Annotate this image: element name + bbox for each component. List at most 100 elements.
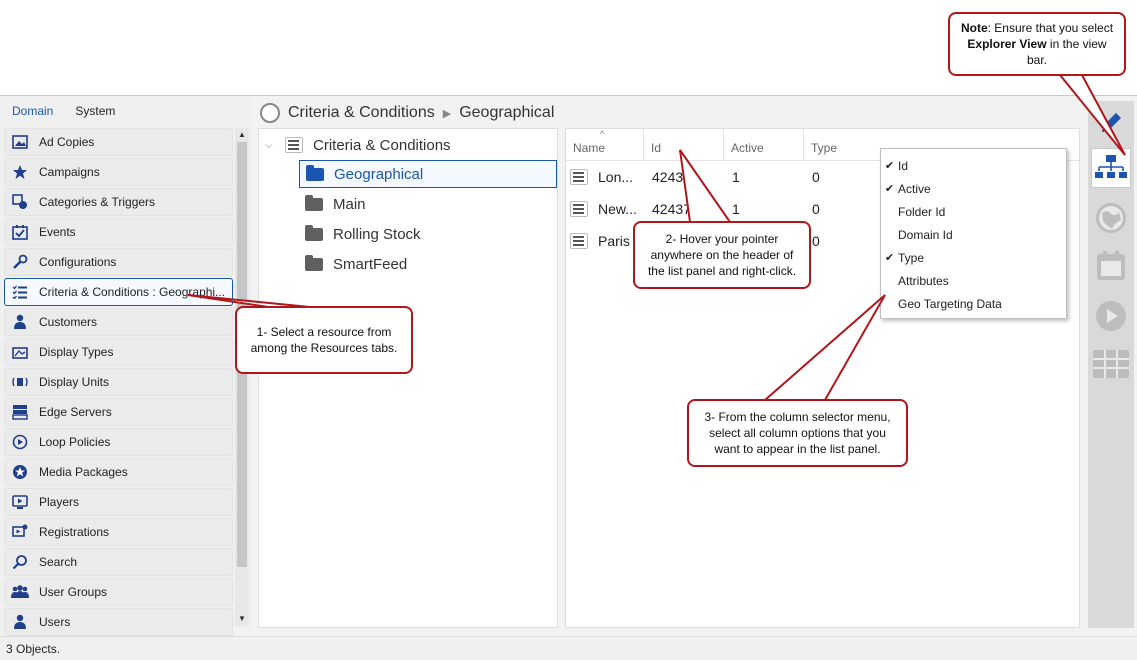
menu-item-active[interactable]: ✔ Active bbox=[881, 177, 1066, 200]
resource-list: Ad Copies Campaigns Categories & Trigger… bbox=[4, 128, 233, 638]
sidebar-tabs: Domain System bbox=[0, 96, 252, 126]
cell-type: 0 bbox=[812, 169, 820, 185]
sidebar-item-customers[interactable]: Customers bbox=[4, 308, 233, 336]
menu-item-attributes[interactable]: Attributes bbox=[881, 269, 1066, 292]
menu-item-geo-targeting-data[interactable]: Geo Targeting Data bbox=[881, 292, 1066, 315]
sidebar-item-display-units[interactable]: Display Units bbox=[4, 368, 233, 396]
checkmark-icon: ✔ bbox=[884, 160, 895, 172]
sidebar-item-campaigns[interactable]: Campaigns bbox=[4, 158, 233, 186]
sidebar-item-user-groups[interactable]: User Groups bbox=[4, 578, 233, 606]
user-icon bbox=[11, 613, 29, 631]
column-header-type[interactable]: Type bbox=[804, 129, 884, 161]
sidebar-item-label: Users bbox=[39, 615, 71, 629]
menu-item-label: Attributes bbox=[898, 273, 949, 288]
menu-item-domain-id[interactable]: Domain Id bbox=[881, 223, 1066, 246]
ad-copies-icon bbox=[11, 133, 29, 151]
sidebar-item-users[interactable]: Users bbox=[4, 608, 233, 636]
gallery-icon bbox=[1093, 350, 1129, 378]
breadcrumb: Criteria & Conditions ▶ Geographical bbox=[260, 100, 554, 126]
sidebar-item-label: Registrations bbox=[39, 525, 110, 539]
gallery-view-button[interactable] bbox=[1091, 344, 1131, 384]
scroll-down-arrow-icon[interactable]: ▼ bbox=[237, 614, 247, 624]
column-label: Name bbox=[573, 141, 606, 155]
note-emphasis: Explorer View bbox=[967, 37, 1047, 51]
folder-icon bbox=[305, 254, 323, 271]
callout-step-3: 3- From the column selector menu, select… bbox=[687, 399, 908, 467]
sidebar-item-ad-copies[interactable]: Ad Copies bbox=[4, 128, 233, 156]
chevron-down-icon[interactable]: ⌵ bbox=[265, 140, 279, 151]
sidebar-item-label: Display Units bbox=[39, 375, 110, 389]
sidebar-item-criteria-conditions[interactable]: Criteria & Conditions : Geographi... bbox=[4, 278, 233, 306]
cell-id: 424376 bbox=[652, 201, 699, 217]
sidebar-item-label: Categories & Triggers bbox=[39, 195, 156, 209]
sidebar-item-search[interactable]: Search bbox=[4, 548, 233, 576]
breadcrumb-root[interactable]: Criteria & Conditions bbox=[288, 104, 435, 122]
explorer-view-icon bbox=[1095, 155, 1127, 178]
globe-icon bbox=[1096, 203, 1126, 233]
display-units-icon bbox=[11, 373, 29, 391]
sidebar-item-label: Search bbox=[39, 555, 78, 569]
sidebar-item-events[interactable]: Events bbox=[4, 218, 233, 246]
checkmark-icon: ✔ bbox=[884, 183, 895, 195]
sidebar-item-configurations[interactable]: Configurations bbox=[4, 248, 233, 276]
media-packages-icon bbox=[11, 463, 29, 481]
customers-icon bbox=[11, 313, 29, 331]
sidebar-item-loop-policies[interactable]: Loop Policies bbox=[4, 428, 233, 456]
folder-icon bbox=[305, 194, 323, 211]
column-header-name[interactable]: ^ Name bbox=[566, 129, 644, 161]
cell-name: Lon... bbox=[598, 169, 634, 185]
menu-item-label: Id bbox=[898, 158, 909, 173]
tree-node-rolling-stock[interactable]: Rolling Stock bbox=[299, 220, 421, 248]
note-label: Note bbox=[960, 21, 988, 35]
tree-node-label: Geographical bbox=[334, 165, 424, 183]
display-types-icon bbox=[11, 343, 29, 361]
sidebar-item-registrations[interactable]: Registrations bbox=[4, 518, 233, 546]
sidebar-item-label: User Groups bbox=[39, 585, 108, 599]
cell-active: 1 bbox=[732, 169, 740, 185]
menu-item-folder-id[interactable]: Folder Id bbox=[881, 200, 1066, 223]
status-text: 3 Objects. bbox=[6, 642, 61, 656]
tree-node-smartfeed[interactable]: SmartFeed bbox=[299, 250, 407, 278]
cell-type: 0 bbox=[812, 201, 820, 217]
map-view-button[interactable] bbox=[1091, 198, 1131, 238]
player-view-button[interactable] bbox=[1091, 296, 1131, 336]
cell-id: 42437 bbox=[652, 169, 691, 185]
status-bar: 3 Objects. bbox=[0, 636, 1137, 660]
folder-icon bbox=[305, 224, 323, 241]
explorer-view-button[interactable] bbox=[1091, 148, 1131, 188]
sidebar-item-label: Loop Policies bbox=[39, 435, 111, 449]
sidebar-item-edge-servers[interactable]: Edge Servers bbox=[4, 398, 233, 426]
callout-text: 3- From the column selector menu, select… bbox=[704, 410, 891, 456]
sidebar-item-label: Configurations bbox=[39, 255, 117, 269]
callout-text: 2- Hover your pointer anywhere on the he… bbox=[647, 232, 797, 278]
scroll-up-arrow-icon[interactable]: ▲ bbox=[237, 130, 247, 140]
column-header-active[interactable]: Active bbox=[724, 129, 804, 161]
tree-root-node[interactable]: ⌵ Criteria & Conditions bbox=[259, 131, 451, 159]
sidebar-item-players[interactable]: Players bbox=[4, 488, 233, 516]
view-bar bbox=[1088, 101, 1134, 628]
tree-node-geographical[interactable]: Geographical bbox=[299, 160, 557, 188]
breadcrumb-home-icon[interactable] bbox=[260, 103, 280, 123]
menu-item-id[interactable]: ✔ Id bbox=[881, 154, 1066, 177]
menu-item-type[interactable]: ✔ Type bbox=[881, 246, 1066, 269]
checklist-icon bbox=[570, 233, 588, 249]
edit-view-button[interactable] bbox=[1091, 103, 1131, 143]
calendar-view-button[interactable] bbox=[1091, 246, 1131, 286]
checklist-icon bbox=[570, 201, 588, 217]
sidebar-item-label: Display Types bbox=[39, 345, 114, 359]
column-header-id[interactable]: Id bbox=[644, 129, 724, 161]
sidebar-item-categories-triggers[interactable]: Categories & Triggers bbox=[4, 188, 233, 216]
pencil-icon bbox=[1102, 113, 1121, 132]
tab-domain[interactable]: Domain bbox=[12, 104, 53, 118]
sidebar-item-label: Ad Copies bbox=[39, 135, 95, 149]
player-icon bbox=[11, 493, 29, 511]
play-icon bbox=[1096, 301, 1126, 331]
tree-node-main[interactable]: Main bbox=[299, 190, 366, 218]
sidebar-item-media-packages[interactable]: Media Packages bbox=[4, 458, 233, 486]
tab-system[interactable]: System bbox=[75, 104, 115, 118]
sidebar-item-display-types[interactable]: Display Types bbox=[4, 338, 233, 366]
sidebar-item-label: Campaigns bbox=[39, 165, 100, 179]
menu-item-label: Active bbox=[898, 181, 931, 196]
sidebar-scrollbar[interactable]: ▲ ▼ bbox=[235, 128, 249, 626]
sort-ascending-icon: ^ bbox=[600, 129, 605, 139]
